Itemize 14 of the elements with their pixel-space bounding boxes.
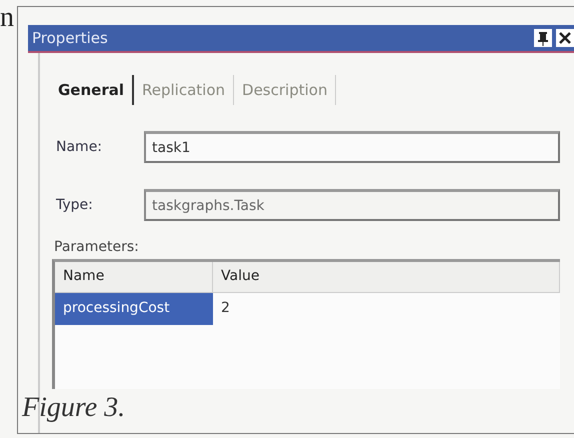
close-icon[interactable] <box>556 29 574 47</box>
input-field[interactable]: task1 <box>144 131 560 163</box>
column-header[interactable]: Value <box>213 262 560 292</box>
table-cell[interactable]: processingCost <box>55 293 213 325</box>
pin-icon[interactable] <box>534 29 552 47</box>
table-cell[interactable]: 2 <box>213 293 560 325</box>
figure-caption: Figure 3. <box>22 392 126 424</box>
window-title: Properties <box>31 29 109 47</box>
field-label: Name: <box>55 139 104 155</box>
column-header[interactable]: Name <box>55 262 213 292</box>
tab[interactable]: General <box>50 75 134 105</box>
section-label: Parameters: <box>53 239 140 255</box>
page-text-fragment: n <box>0 2 14 34</box>
field-label: Type: <box>55 197 94 213</box>
